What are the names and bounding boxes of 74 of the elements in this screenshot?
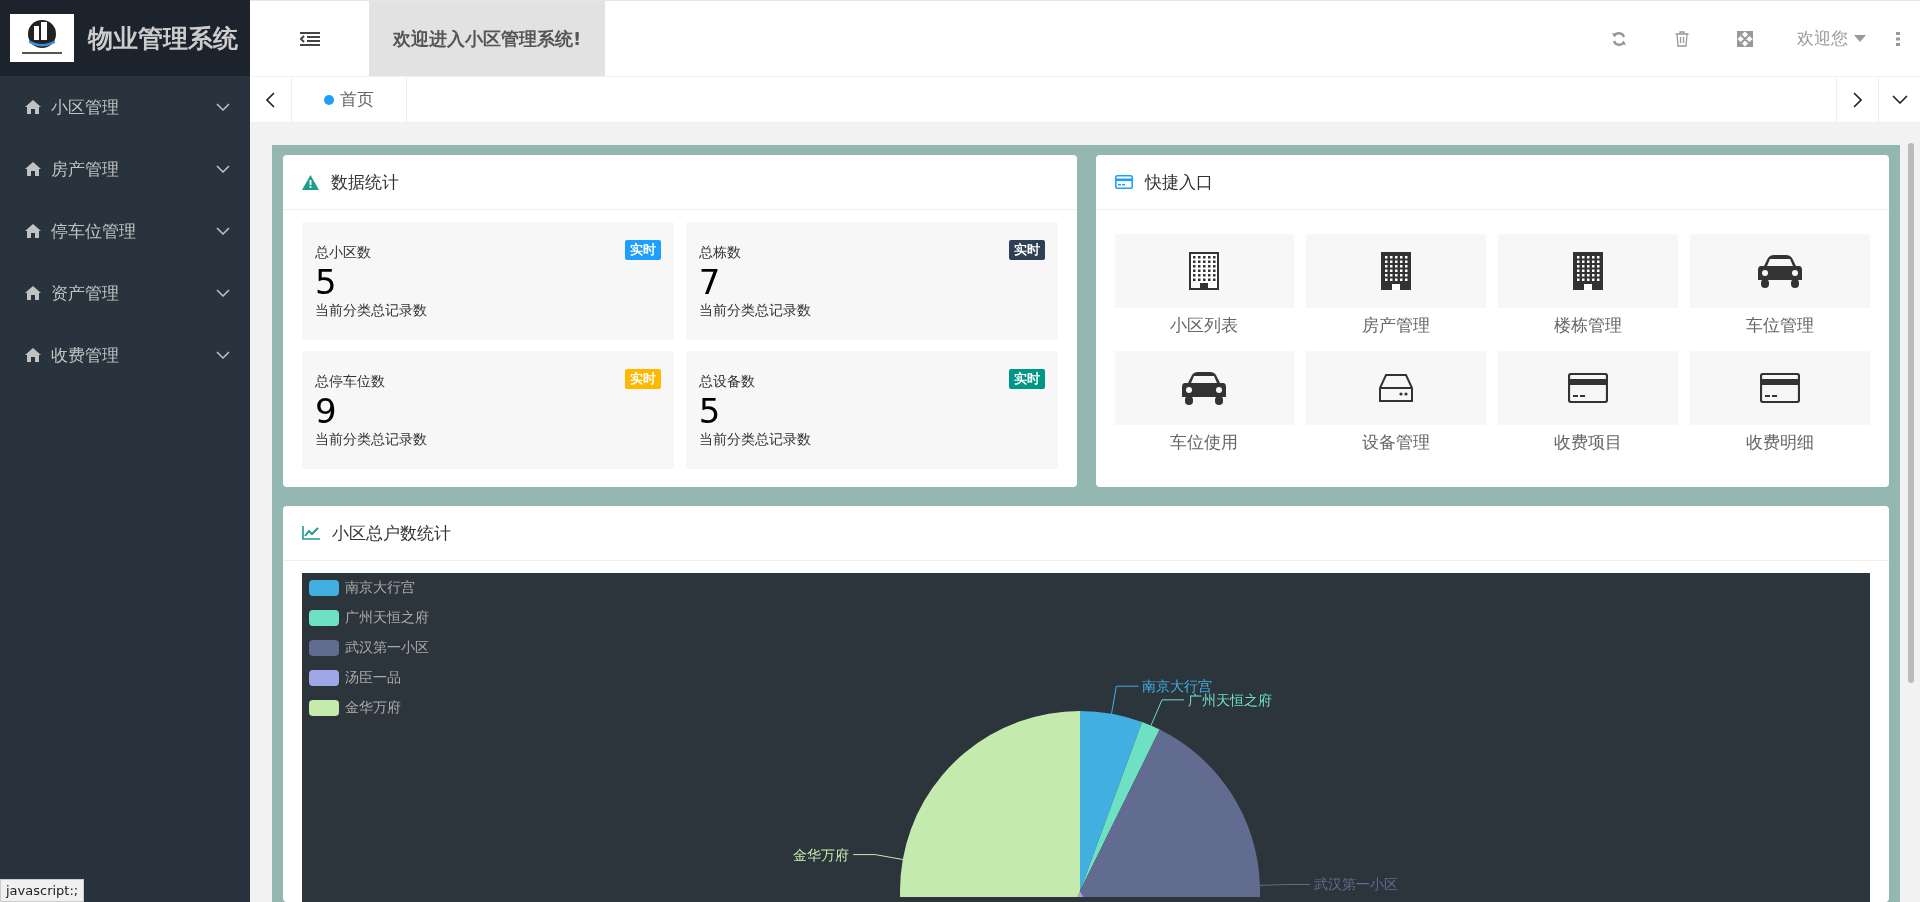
sidebar-item[interactable]: 收费管理 [0,324,250,386]
building-icon [1381,252,1412,290]
trash-icon[interactable] [1675,30,1689,47]
app-title: 物业管理系统 [88,22,238,55]
realtime-badge: 实时 [624,369,661,389]
warning-icon [302,174,319,190]
sidebar-item[interactable]: 资产管理 [0,262,250,324]
realtime-badge: 实时 [1008,369,1045,389]
home-icon [25,162,41,176]
card-title: 快捷入口 [1144,170,1213,194]
slice-label: 金华万府 [793,846,850,863]
home-icon [25,100,41,114]
fullscreen-icon[interactable] [1737,30,1753,47]
status-tooltip: javascript:; [0,879,85,902]
card-title: 数据统计 [331,170,399,194]
stat-value: 5 [315,262,337,302]
line-chart-icon [302,526,320,540]
shortcut-link[interactable]: 设备管理 [1306,351,1487,464]
card-icon [1114,175,1133,189]
shortcut-link[interactable]: 收费明细 [1690,351,1870,464]
shortcut-link[interactable]: 小区列表 [1114,234,1295,347]
card-title: 小区总户数统计 [332,521,451,545]
chevron-down-icon [216,227,230,235]
stat-label: 总停车位数 [315,372,385,391]
realtime-badge: 实时 [1008,240,1045,260]
refresh-icon[interactable] [1611,30,1627,47]
leader-line [1259,883,1311,886]
chevron-down-icon [216,289,230,297]
shortcut-link[interactable]: 房产管理 [1306,234,1487,347]
legend-label[interactable]: 南京大行宫 [345,579,415,597]
legend-label[interactable]: 武汉第一小区 [345,639,429,657]
stat-label: 总设备数 [698,372,755,391]
credit-card-icon [1568,373,1609,403]
stat-note: 当前分类总记录数 [315,431,427,449]
leader-line [1111,685,1139,715]
home-icon [25,224,41,238]
stat-label: 总小区数 [315,243,371,262]
home-icon [25,286,41,300]
shortcut-link[interactable]: 楼栋管理 [1498,234,1679,347]
caret-icon [1854,35,1866,42]
sidebar-item[interactable]: 停车位管理 [0,200,250,262]
building-icon [1573,252,1604,290]
stat-value: 9 [315,391,337,431]
shortcut-link[interactable]: 车位管理 [1690,234,1870,347]
stat-note: 当前分类总记录数 [698,302,811,320]
realtime-badge: 实时 [624,240,661,260]
sidebar-item[interactable]: 小区管理 [0,76,250,138]
car-icon [1182,371,1227,405]
legend-label[interactable]: 金华万府 [345,699,401,717]
logo-icon [10,14,74,62]
scrollbar[interactable] [1908,143,1914,683]
leader-line [852,854,904,860]
car-icon [1758,254,1803,288]
leader-line [1150,699,1185,727]
legend-label[interactable]: 汤臣一品 [345,669,401,687]
slice-label: 武汉第一小区 [1313,876,1398,893]
credit-card-icon [1760,373,1801,403]
chevron-down-icon [216,103,230,111]
chevron-down-icon [216,351,230,359]
chevron-down-icon [216,165,230,173]
legend-label[interactable]: 广州天恒之府 [345,609,429,627]
hard-drive-icon [1379,374,1414,402]
stat-label: 总栋数 [698,243,741,262]
home-icon [25,348,41,362]
shortcut-link[interactable]: 收费项目 [1498,351,1679,464]
shortcut-link[interactable]: 车位使用 [1114,351,1295,464]
more-icon[interactable] [1896,31,1900,46]
building-icon [1189,252,1220,290]
welcome-tab[interactable]: 欢迎进入小区管理系统! [369,1,606,76]
stat-note: 当前分类总记录数 [315,302,427,320]
stat-value: 5 [698,391,721,431]
stat-value: 7 [698,262,721,302]
sidebar-item[interactable]: 房产管理 [0,138,250,200]
stat-note: 当前分类总记录数 [698,431,811,449]
